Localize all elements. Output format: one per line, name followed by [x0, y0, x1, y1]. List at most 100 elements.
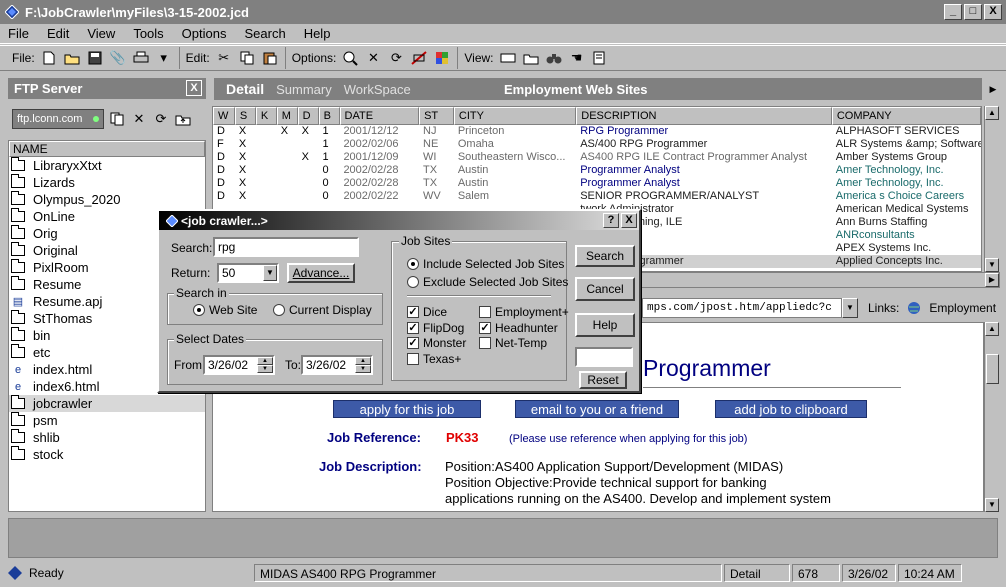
site-headhunter-box[interactable]: ✓ — [479, 322, 491, 334]
menu-help[interactable]: Help — [304, 26, 331, 41]
ftp-list-item[interactable]: jobcrawler — [9, 395, 205, 412]
site-employment-checkbox[interactable]: Employment+ — [479, 305, 569, 319]
advance-button[interactable]: Advance... — [287, 263, 355, 283]
dialog-search-button[interactable]: Search — [575, 245, 635, 267]
grid-scroll-up-icon[interactable]: ▲ — [985, 106, 999, 120]
grid-col-description[interactable]: DESCRIPTION — [576, 107, 832, 125]
ftp-list-item[interactable]: Lizards — [9, 174, 205, 191]
print-icon[interactable] — [132, 49, 150, 67]
delete-x-icon[interactable]: ✕ — [364, 49, 382, 67]
grid-col-d[interactable]: D — [297, 107, 319, 125]
site-monster-box[interactable]: ✓ — [407, 337, 419, 349]
site-employment-box[interactable] — [479, 306, 491, 318]
include-sites-radio[interactable]: Include Selected Job Sites — [407, 257, 564, 271]
table-row[interactable]: D X 0 2002/02/22 WV Salem SENIOR PROGRAMMER/AN… — [213, 190, 981, 203]
document-view-icon[interactable] — [591, 49, 609, 67]
ftp-list-item[interactable]: shlib — [9, 429, 205, 446]
folder-view-icon[interactable] — [522, 49, 540, 67]
web-scroll-thumb[interactable] — [986, 354, 999, 384]
menu-search[interactable]: Search — [244, 26, 285, 41]
site-headhunter-checkbox[interactable]: ✓ Headhunter — [479, 321, 558, 335]
cut-icon[interactable]: ✂ — [215, 49, 233, 67]
exclude-sites-radio[interactable]: Exclude Selected Job Sites — [407, 275, 568, 289]
grid-col-date[interactable]: DATE — [339, 107, 420, 125]
save-icon[interactable] — [86, 49, 104, 67]
current-display-radio[interactable]: Current Display — [273, 303, 372, 317]
grid-vertical-scrollbar[interactable]: ▲ ▼ — [984, 106, 1000, 272]
links-employment[interactable]: Employment — [929, 301, 996, 315]
ftp-column-name[interactable]: NAME — [9, 141, 205, 157]
paste-icon[interactable] — [261, 49, 279, 67]
to-date-input[interactable]: 3/26/02 ▲ ▼ — [301, 355, 373, 375]
close-button[interactable]: X — [984, 4, 1002, 20]
panel-view-icon[interactable] — [499, 49, 517, 67]
menu-options[interactable]: Options — [182, 26, 227, 41]
ftp-list-item[interactable]: LibraryxXtxt — [9, 157, 205, 174]
grid-scroll-right-icon[interactable]: ▶ — [985, 273, 999, 287]
dialog-reset-button[interactable]: Reset — [579, 371, 627, 389]
dialog-help-action-button[interactable]: Help — [575, 313, 635, 337]
url-field[interactable]: mps.com/jpost.htm/appliedc?c — [642, 298, 842, 318]
site-flipdog-checkbox[interactable]: ✓ FlipDog — [407, 321, 464, 335]
from-date-input[interactable]: 3/26/02 ▲ ▼ — [203, 355, 275, 375]
grid-scroll-down-icon[interactable]: ▼ — [985, 258, 999, 272]
ftp-delete-icon[interactable]: ✕ — [130, 110, 148, 128]
menu-edit[interactable]: Edit — [47, 26, 69, 41]
ftp-host-field[interactable]: ftp.lconn.com — [12, 109, 104, 129]
site-dice-box[interactable]: ✓ — [407, 306, 419, 318]
binoculars-icon[interactable] — [545, 49, 563, 67]
web-site-radio[interactable]: Web Site — [193, 303, 257, 317]
site-flipdog-box[interactable]: ✓ — [407, 322, 419, 334]
grid-col-company[interactable]: COMPANY — [831, 107, 981, 125]
hand-icon[interactable]: ☚ — [568, 49, 586, 67]
attach-icon[interactable]: 📎 — [109, 49, 127, 67]
site-nettemp-box[interactable] — [479, 337, 491, 349]
return-dropdown-icon[interactable]: ▼ — [263, 265, 277, 281]
url-dropdown-icon[interactable]: ▼ — [842, 298, 858, 318]
to-date-spinner[interactable]: ▲ ▼ — [355, 357, 371, 373]
dialog-help-button[interactable]: ? — [603, 213, 619, 228]
maximize-button[interactable]: □ — [964, 4, 982, 20]
apply-button[interactable]: apply for this job — [333, 400, 481, 418]
ftp-copy-icon[interactable] — [108, 110, 126, 128]
dialog-cancel-button[interactable]: Cancel — [575, 277, 635, 301]
exclude-sites-radio-circle[interactable] — [407, 276, 419, 288]
site-monster-checkbox[interactable]: ✓ Monster — [407, 336, 466, 350]
open-folder-icon[interactable] — [63, 49, 81, 67]
tab-summary[interactable]: Summary — [276, 82, 332, 97]
site-dice-checkbox[interactable]: ✓ Dice — [407, 305, 447, 319]
return-select[interactable]: 50 ▼ — [217, 263, 279, 283]
table-row[interactable]: D X 0 2002/02/28 TX Austin Programmer Analyst A… — [213, 177, 981, 190]
table-row[interactable]: D X X 1 2001/12/09 WI Southeastern Wisco... AS4… — [213, 151, 981, 164]
table-row[interactable]: D X 0 2002/02/28 TX Austin Programmer Analyst A… — [213, 164, 981, 177]
current-display-radio-circle[interactable] — [273, 304, 285, 316]
menu-file[interactable]: File — [8, 26, 29, 41]
search-globe-icon[interactable] — [341, 49, 359, 67]
include-sites-radio-circle[interactable] — [407, 258, 419, 270]
web-scroll-up-icon[interactable]: ▲ — [985, 322, 999, 336]
table-row[interactable]: F X 1 2002/02/06 NE Omaha AS/400 RPG Programme… — [213, 138, 981, 151]
ftp-refresh-icon[interactable]: ⟳ — [152, 110, 170, 128]
email-friend-button[interactable]: email to you or a friend — [515, 400, 679, 418]
grid-col-city[interactable]: CITY — [453, 107, 577, 125]
ftp-list-item[interactable]: psm — [9, 412, 205, 429]
print-dropdown-icon[interactable]: ▾ — [155, 49, 173, 67]
grid-col-m[interactable]: M — [276, 107, 298, 125]
no-filter-icon[interactable] — [410, 49, 428, 67]
grid-col-k[interactable]: K — [255, 107, 277, 125]
refresh-icon[interactable]: ⟳ — [387, 49, 405, 67]
menu-tools[interactable]: Tools — [133, 26, 163, 41]
new-file-icon[interactable] — [40, 49, 58, 67]
color-grid-icon[interactable] — [433, 49, 451, 67]
grid-col-st[interactable]: ST — [419, 107, 454, 125]
add-to-clipboard-button[interactable]: add job to clipboard — [715, 400, 867, 418]
site-texas-box[interactable] — [407, 353, 419, 365]
web-site-radio-circle[interactable] — [193, 304, 205, 316]
minimize-button[interactable]: _ — [944, 4, 962, 20]
menu-view[interactable]: View — [87, 26, 115, 41]
ftp-close-button[interactable]: X — [186, 80, 202, 96]
grid-col-b[interactable]: B — [318, 107, 340, 125]
ftp-list-item[interactable]: stock — [9, 446, 205, 463]
ftp-up-folder-icon[interactable] — [174, 110, 192, 128]
grid-col-s[interactable]: S — [234, 107, 256, 125]
